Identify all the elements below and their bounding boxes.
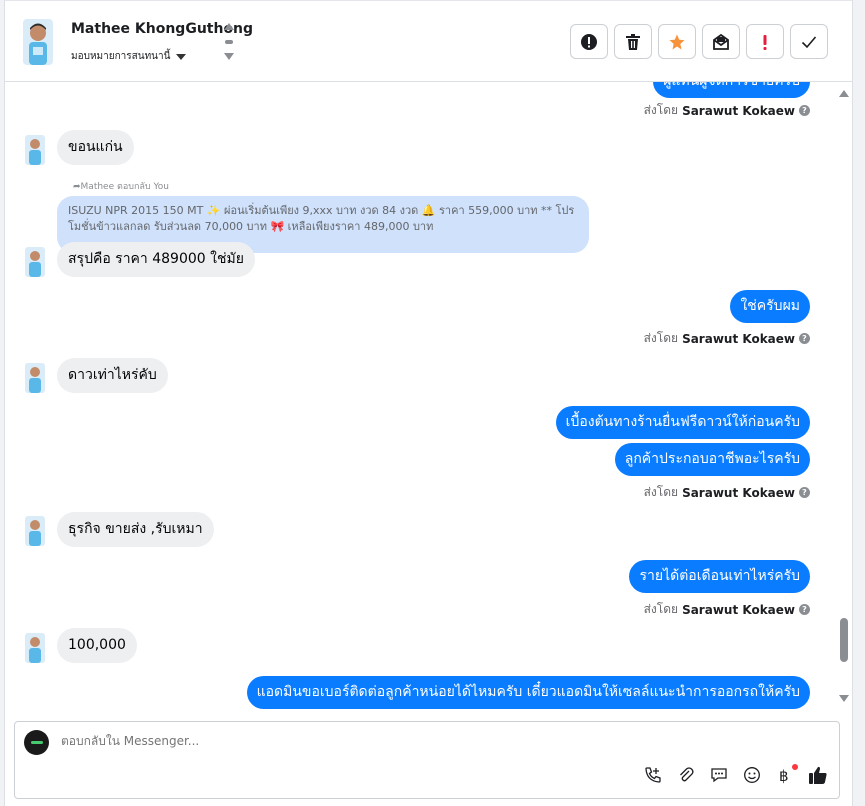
- paperclip-icon[interactable]: [675, 764, 697, 786]
- contact-avatar-small: [25, 135, 45, 165]
- incoming-message[interactable]: ธุรกิจ ขายส่ง ,รับเหมา: [57, 512, 214, 547]
- notification-dot: [792, 764, 798, 770]
- sender-name: Sarawut Kokaew: [682, 485, 795, 500]
- checkmark-icon: [801, 35, 817, 48]
- sent-by-label: ส่งโดย Sarawut Kokaew ?: [644, 101, 810, 120]
- assign-label: มอบหมายการสนทนานี้: [71, 51, 171, 62]
- phone-plus-icon[interactable]: [642, 764, 664, 786]
- sent-by-label: ส่งโดย Sarawut Kokaew ?: [644, 600, 810, 619]
- sent-by-prefix: ส่งโดย: [643, 331, 679, 345]
- trash-icon: [626, 33, 640, 50]
- composer-tools: ฿: [642, 764, 829, 786]
- follow-up-button[interactable]: [746, 24, 784, 59]
- help-icon[interactable]: ?: [799, 604, 810, 615]
- outgoing-message[interactable]: ลูกค้าประกอบอาชีพอะไรครับ: [614, 443, 810, 476]
- help-icon[interactable]: ?: [799, 105, 810, 116]
- star-button[interactable]: [658, 24, 696, 59]
- envelope-icon: [713, 33, 729, 50]
- incoming-message[interactable]: สรุปคือ ราคา 489000 ใช่มัย: [57, 242, 255, 277]
- scroll-down-arrow-icon[interactable]: [839, 695, 849, 702]
- right-panel-edge: [852, 0, 865, 806]
- help-icon[interactable]: ?: [799, 487, 810, 498]
- sent-by-label: ส่งโดย Sarawut Kokaew ?: [644, 483, 810, 502]
- next-conversation-icon[interactable]: [224, 53, 234, 60]
- mark-spam-button[interactable]: [570, 24, 608, 59]
- nav-separator: [225, 40, 233, 44]
- sender-name: Sarawut Kokaew: [682, 103, 795, 118]
- mark-done-button[interactable]: [790, 24, 828, 59]
- incoming-message[interactable]: ขอนแก่น: [57, 130, 134, 165]
- scroll-up-arrow-icon[interactable]: [839, 90, 849, 97]
- thumbs-up-icon[interactable]: [807, 764, 829, 786]
- message-list: ผู้แทนผู้จัดการขายครับ ส่งโดย Sarawut Ko…: [5, 82, 840, 710]
- reply-arrow-icon: ➦: [73, 182, 81, 192]
- previous-conversation-icon[interactable]: [224, 23, 234, 30]
- chevron-down-icon: [176, 53, 187, 60]
- sender-name: Sarawut Kokaew: [682, 602, 795, 617]
- page-avatar: [24, 730, 49, 755]
- conversation-nav: [223, 23, 235, 63]
- saved-reply-icon[interactable]: [708, 764, 730, 786]
- contact-avatar-small: [25, 633, 45, 663]
- sent-by-prefix: ส่งโดย: [643, 485, 679, 499]
- sent-by-prefix: ส่งโดย: [643, 602, 679, 616]
- sent-by-prefix: ส่งโดย: [643, 103, 679, 117]
- header-actions: [570, 24, 828, 59]
- emoji-icon[interactable]: [741, 764, 763, 786]
- conversation-header: Mathee KhongGuthong มอบหมายการสนทนานี้: [5, 0, 852, 82]
- outgoing-message[interactable]: ผู้แทนผู้จัดการขายครับ: [653, 82, 810, 98]
- reply-input[interactable]: [61, 734, 761, 748]
- contact-avatar-small: [25, 516, 45, 546]
- incoming-message[interactable]: 100,000: [57, 628, 137, 663]
- outgoing-message[interactable]: แอดมินขอเบอร์ติดต่อลูกค้าหน่อยได้ไหมครับ…: [246, 676, 810, 709]
- assign-conversation-dropdown[interactable]: มอบหมายการสนทนานี้: [71, 49, 187, 64]
- outgoing-message[interactable]: รายได้ต่อเดือนเท่าไหร่ครับ: [629, 560, 810, 593]
- contact-avatar[interactable]: [23, 19, 53, 65]
- star-icon: [669, 34, 685, 49]
- reply-label: ➦Mathee ตอบกลับ You: [73, 182, 170, 192]
- sender-name: Sarawut Kokaew: [682, 331, 795, 346]
- contact-avatar-small: [25, 363, 45, 393]
- incoming-message[interactable]: ดาวเท่าไหร่คับ: [57, 358, 168, 393]
- contact-avatar-small: [25, 247, 45, 277]
- delete-button[interactable]: [614, 24, 652, 59]
- baht-icon[interactable]: ฿: [774, 764, 798, 786]
- mark-unread-button[interactable]: [702, 24, 740, 59]
- outgoing-message[interactable]: ใช่ครับผม: [730, 290, 810, 323]
- message-composer: ฿: [14, 721, 840, 799]
- alert-circle-icon: [581, 33, 597, 50]
- scrollbar-thumb[interactable]: [840, 618, 848, 662]
- exclamation-icon: [763, 34, 767, 50]
- page-logo: [30, 741, 43, 744]
- svg-text:฿: ฿: [779, 767, 789, 784]
- sent-by-label: ส่งโดย Sarawut Kokaew ?: [644, 329, 810, 348]
- outgoing-message[interactable]: เบื้องต้นทางร้านยื่นฟรีดาวน์ให้ก่อนครับ: [555, 406, 810, 439]
- help-icon[interactable]: ?: [799, 333, 810, 344]
